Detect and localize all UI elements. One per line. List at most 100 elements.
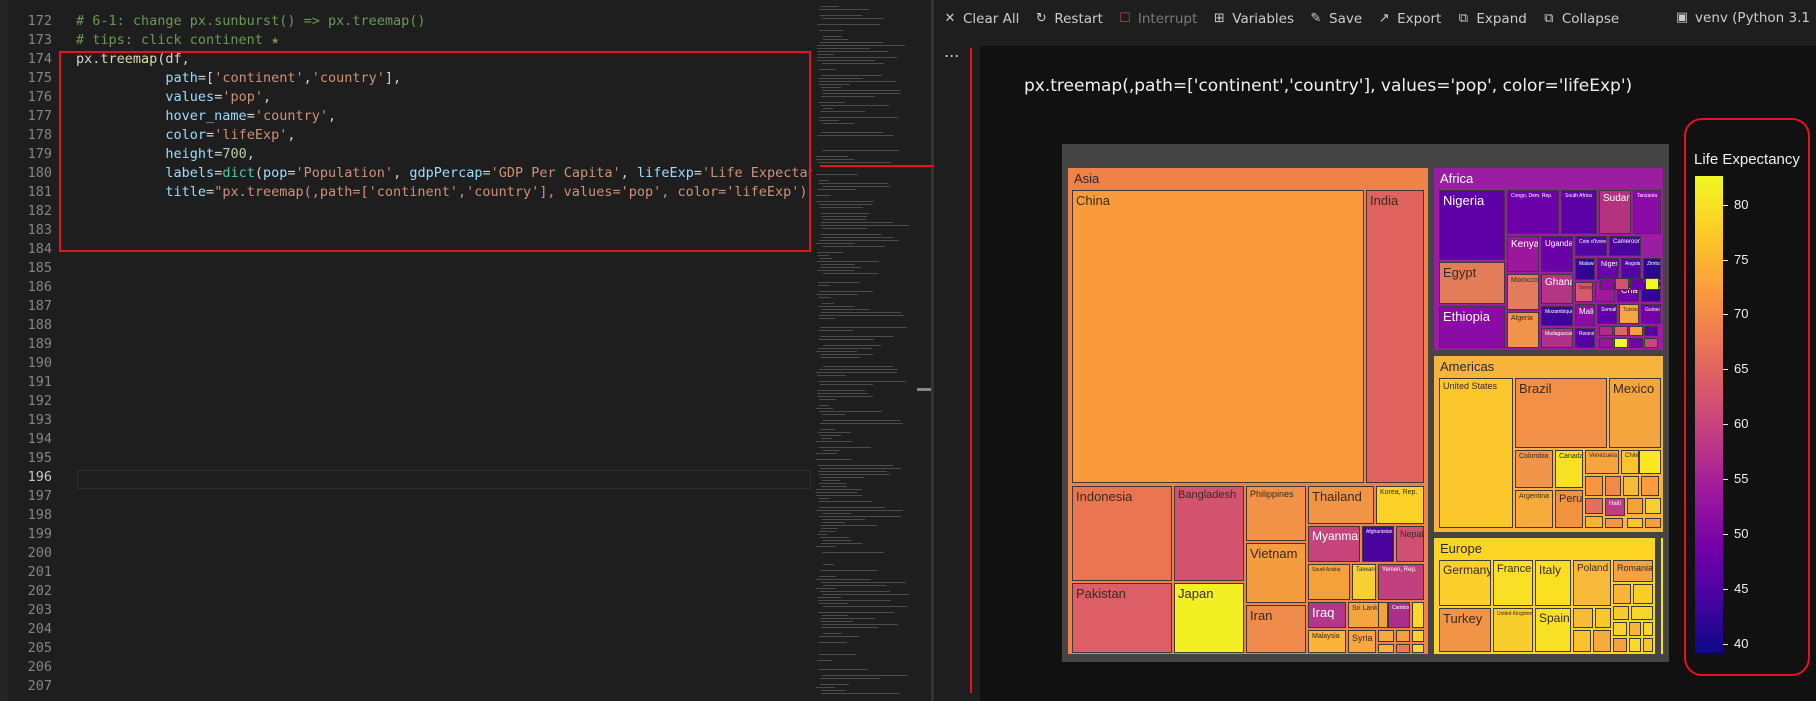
treemap-tile[interactable]: Rwanda <box>1575 328 1595 348</box>
code-line[interactable]: 206 <box>8 658 812 677</box>
treemap-tile[interactable]: Guinea <box>1641 304 1661 324</box>
cell-more-actions[interactable]: ... <box>944 42 959 61</box>
treemap-tile[interactable]: Italy <box>1535 560 1571 606</box>
treemap-tile[interactable]: Romania <box>1613 560 1653 582</box>
code-line[interactable]: 204 <box>8 620 812 639</box>
treemap-tile[interactable]: Peru <box>1555 490 1583 528</box>
treemap-tile-small[interactable] <box>1627 498 1643 514</box>
treemap-tile-small[interactable] <box>1645 278 1659 290</box>
treemap-tile[interactable]: United Kingdom <box>1493 608 1533 652</box>
treemap-tile-small[interactable] <box>1585 476 1603 496</box>
treemap-tile-small[interactable] <box>1630 278 1644 290</box>
treemap-tile[interactable]: Poland <box>1573 560 1611 606</box>
treemap-tile-small[interactable] <box>1629 622 1641 636</box>
treemap-tile[interactable]: Mexico <box>1609 378 1661 448</box>
treemap-tile[interactable]: Japan <box>1174 583 1244 653</box>
code-line[interactable]: 203 <box>8 601 812 620</box>
expand-button[interactable]: ⧉ Expand <box>1455 11 1527 27</box>
treemap-tile[interactable]: Ethiopia <box>1439 306 1505 348</box>
treemap-tile-small[interactable] <box>1600 278 1614 290</box>
treemap-tile[interactable]: Egypt <box>1439 262 1505 304</box>
treemap-tile[interactable]: Nepal <box>1396 526 1424 562</box>
clear-all-button[interactable]: ✕ Clear All <box>942 11 1020 27</box>
export-button[interactable]: ↗ Export <box>1376 11 1442 27</box>
code-line[interactable]: 199 <box>8 525 812 544</box>
code-line[interactable]: 185 <box>8 259 812 278</box>
treemap-tile[interactable]: India <box>1366 190 1424 483</box>
treemap-tile-small[interactable] <box>1644 338 1658 348</box>
scrollbar-thumb[interactable] <box>917 388 931 391</box>
treemap-tile[interactable]: Syria <box>1348 630 1376 653</box>
treemap-tile[interactable]: Nigeria <box>1439 190 1505 260</box>
treemap-tile-small[interactable] <box>1378 602 1388 628</box>
treemap-tile[interactable]: Morocco <box>1507 274 1539 310</box>
treemap-tile-small[interactable] <box>1396 630 1410 642</box>
treemap-tile[interactable]: Sudan <box>1599 190 1631 234</box>
code-line[interactable]: 194 <box>8 430 812 449</box>
code-line[interactable]: 202 <box>8 582 812 601</box>
treemap-tile[interactable]: Ghana <box>1541 274 1573 304</box>
treemap-tile[interactable]: Spain <box>1535 608 1571 652</box>
treemap-tile[interactable]: Philippines <box>1246 486 1306 541</box>
editor-scrollbar[interactable] <box>917 0 931 701</box>
treemap-tile-small[interactable] <box>1573 630 1591 652</box>
treemap-tile[interactable]: Turkey <box>1439 608 1491 652</box>
treemap-tile[interactable]: France <box>1493 560 1533 606</box>
treemap-tile[interactable]: Colombia <box>1515 450 1553 488</box>
treemap-tile[interactable]: Venezuela <box>1585 450 1619 474</box>
code-line[interactable]: 187 <box>8 297 812 316</box>
treemap-tile-small[interactable] <box>1396 644 1410 653</box>
treemap-tile[interactable]: Kenya <box>1507 236 1539 272</box>
treemap-tile-small[interactable] <box>1412 644 1424 653</box>
treemap-tile-small[interactable] <box>1412 630 1424 642</box>
treemap-tile[interactable]: Niger <box>1597 258 1619 280</box>
code-line[interactable]: 191 <box>8 373 812 392</box>
treemap-tile-small[interactable] <box>1623 476 1639 496</box>
treemap-tile[interactable]: Brazil <box>1515 378 1607 448</box>
treemap-tile[interactable]: Angola <box>1621 258 1641 280</box>
treemap-tile[interactable]: Canada <box>1555 450 1583 488</box>
treemap-tile-small[interactable] <box>1613 622 1627 636</box>
code-line[interactable]: 196 <box>8 468 812 487</box>
treemap-tile-small[interactable] <box>1593 630 1611 652</box>
code-line[interactable]: 173 # tips: click continent ★ <box>8 31 812 50</box>
treemap-tile-small[interactable] <box>1614 338 1628 348</box>
restart-button[interactable]: ↻ Restart <box>1033 11 1103 27</box>
treemap-tile-small[interactable] <box>1585 516 1603 528</box>
treemap-tile[interactable]: Somalia <box>1597 304 1617 324</box>
treemap-tile[interactable]: Uganda <box>1541 236 1573 272</box>
treemap-tile[interactable]: Malawi <box>1575 258 1595 280</box>
treemap-tile-small[interactable] <box>1614 326 1628 336</box>
treemap-tile[interactable]: Cote d'Ivoire <box>1575 236 1607 256</box>
treemap-tile[interactable]: South Africa <box>1561 190 1597 234</box>
treemap-tile[interactable]: China <box>1072 190 1364 483</box>
treemap-tile[interactable]: Vietnam <box>1246 543 1306 603</box>
treemap-tile[interactable]: Algeria <box>1507 312 1539 348</box>
code-line[interactable]: 189 <box>8 335 812 354</box>
treemap-tile-small[interactable] <box>1595 608 1611 628</box>
treemap-tile[interactable]: Iraq <box>1308 602 1346 628</box>
treemap-tile[interactable]: Bangladesh <box>1174 486 1244 581</box>
treemap-tile[interactable]: Germany <box>1439 560 1491 606</box>
treemap-tile-small[interactable] <box>1645 498 1661 514</box>
treemap-tile[interactable]: Korea, Rep. <box>1376 486 1424 524</box>
code-line[interactable]: 188 <box>8 316 812 335</box>
code-line[interactable]: 200 <box>8 544 812 563</box>
treemap-tile[interactable]: Zimbabwe <box>1643 258 1661 280</box>
minimap[interactable] <box>812 0 917 701</box>
treemap-tile[interactable]: Chile <box>1621 450 1639 474</box>
treemap-tile[interactable]: Pakistan <box>1072 583 1172 653</box>
treemap-tile-small[interactable] <box>1644 326 1658 336</box>
code-line[interactable]: 195 <box>8 449 812 468</box>
treemap-tile-small[interactable] <box>1613 638 1627 652</box>
treemap-continent-oceania[interactable] <box>1659 536 1665 656</box>
treemap-tile[interactable]: Malaysia <box>1308 630 1346 653</box>
code-editor[interactable]: 172 # 6-1: change px.sunburst() => px.tre… <box>0 0 812 701</box>
treemap-tile[interactable]: Cameroon <box>1609 236 1641 256</box>
treemap-tile[interactable]: Tanzania <box>1633 190 1661 234</box>
treemap-tile[interactable]: Tunisia <box>1619 304 1639 324</box>
treemap-tile[interactable]: Haiti <box>1605 498 1625 516</box>
treemap-tile[interactable]: Madagascar <box>1541 328 1573 348</box>
kernel-selector[interactable]: ▣ venv (Python 3.1 <box>1674 10 1810 26</box>
treemap-tile-small[interactable] <box>1613 584 1631 604</box>
